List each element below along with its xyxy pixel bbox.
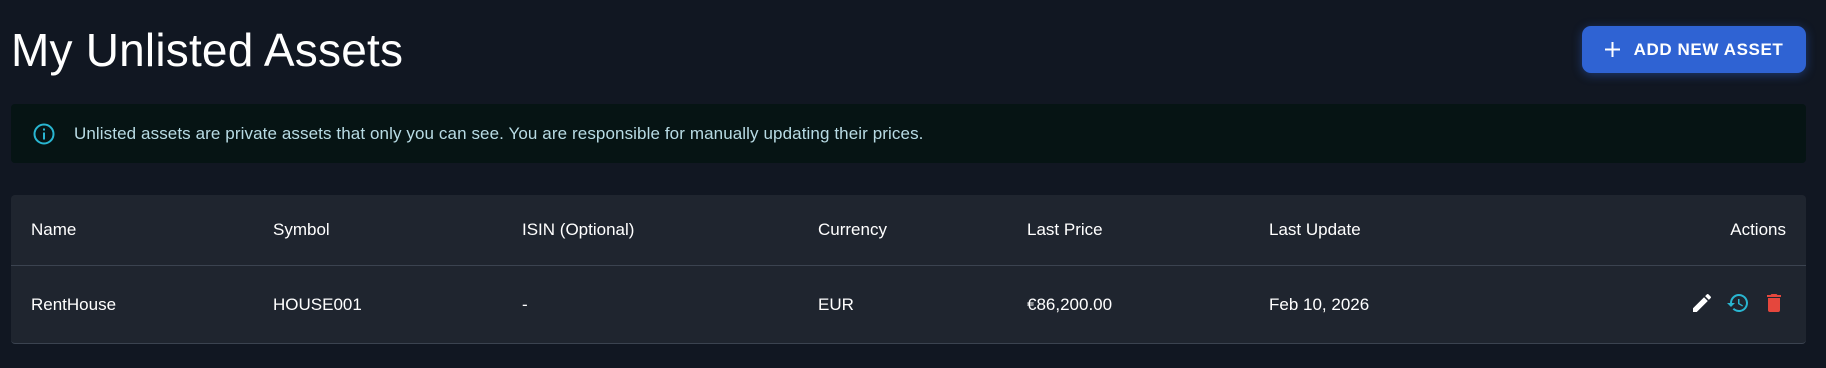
asset-last-update-cell: Feb 10, 2026: [1269, 295, 1370, 314]
column-header-last-update[interactable]: Last Update: [1269, 220, 1361, 240]
column-header-last-price[interactable]: Last Price: [1027, 220, 1103, 240]
page-title: My Unlisted Assets: [11, 24, 404, 76]
table-row: RentHouse HOUSE001 - EUR €86,200.00 Feb …: [11, 266, 1806, 344]
unlisted-assets-page: My Unlisted Assets ADD NEW ASSET Unliste…: [0, 0, 1826, 368]
column-header-symbol[interactable]: Symbol: [273, 220, 330, 240]
column-header-name[interactable]: Name: [31, 220, 76, 240]
add-new-asset-button[interactable]: ADD NEW ASSET: [1582, 26, 1806, 73]
asset-name-cell: RentHouse: [31, 295, 117, 314]
asset-last-price-cell: €86,200.00: [1027, 295, 1113, 314]
column-header-actions: Actions: [1730, 220, 1786, 239]
table-header-row: Name Symbol ISIN (Optional) Currency Las…: [11, 195, 1806, 266]
history-icon[interactable]: [1726, 291, 1750, 315]
edit-icon[interactable]: [1690, 291, 1714, 315]
delete-icon[interactable]: [1762, 291, 1786, 315]
add-new-asset-label: ADD NEW ASSET: [1633, 39, 1784, 59]
asset-symbol-cell: HOUSE001: [273, 295, 362, 314]
column-header-isin[interactable]: ISIN (Optional): [522, 220, 634, 240]
info-banner-text: Unlisted assets are private assets that …: [74, 123, 924, 143]
asset-currency-cell: EUR: [818, 295, 854, 314]
row-actions: [1690, 291, 1786, 315]
plus-icon: [1604, 42, 1620, 57]
assets-table: Name Symbol ISIN (Optional) Currency Las…: [11, 195, 1806, 344]
info-icon: [33, 123, 55, 144]
column-header-currency[interactable]: Currency: [818, 220, 887, 240]
info-banner: Unlisted assets are private assets that …: [11, 104, 1806, 163]
asset-isin-cell: -: [522, 295, 528, 314]
